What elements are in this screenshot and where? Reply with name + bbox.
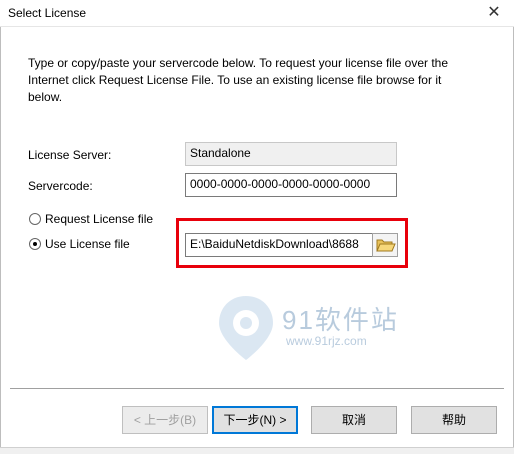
- open-folder-icon: [376, 239, 396, 252]
- servercode-label: Servercode:: [28, 179, 93, 193]
- next-button[interactable]: 下一步(N) >: [212, 406, 298, 434]
- license-file-path-input[interactable]: E:\BaiduNetdiskDownload\8688: [185, 233, 373, 257]
- radio-selected-dot: [33, 242, 37, 246]
- use-license-label[interactable]: Use License file: [45, 237, 130, 251]
- watermark-logo-icon: [219, 296, 273, 360]
- browse-button[interactable]: [372, 233, 398, 257]
- instructions-text: Type or copy/paste your servercode below…: [28, 56, 449, 104]
- button-separator: [10, 388, 504, 389]
- use-license-radio[interactable]: [29, 238, 41, 250]
- license-server-field: Standalone: [185, 142, 397, 166]
- window-title: Select License: [8, 6, 87, 20]
- back-button[interactable]: < 上一步(B): [122, 406, 208, 434]
- cancel-button[interactable]: 取消: [311, 406, 397, 434]
- close-button[interactable]: ✕: [484, 3, 504, 23]
- watermark-url: www.91rjz.com: [286, 334, 367, 348]
- title-bar: Select License ✕: [0, 0, 514, 27]
- request-license-radio[interactable]: [29, 213, 41, 225]
- license-server-label: License Server:: [28, 148, 112, 162]
- servercode-input[interactable]: 0000-0000-0000-0000-0000-0000: [185, 173, 397, 197]
- watermark-text: 91软件站: [282, 305, 399, 335]
- request-license-label[interactable]: Request License file: [45, 212, 153, 226]
- window-border-left: [0, 0, 1, 453]
- help-button[interactable]: 帮助: [411, 406, 497, 434]
